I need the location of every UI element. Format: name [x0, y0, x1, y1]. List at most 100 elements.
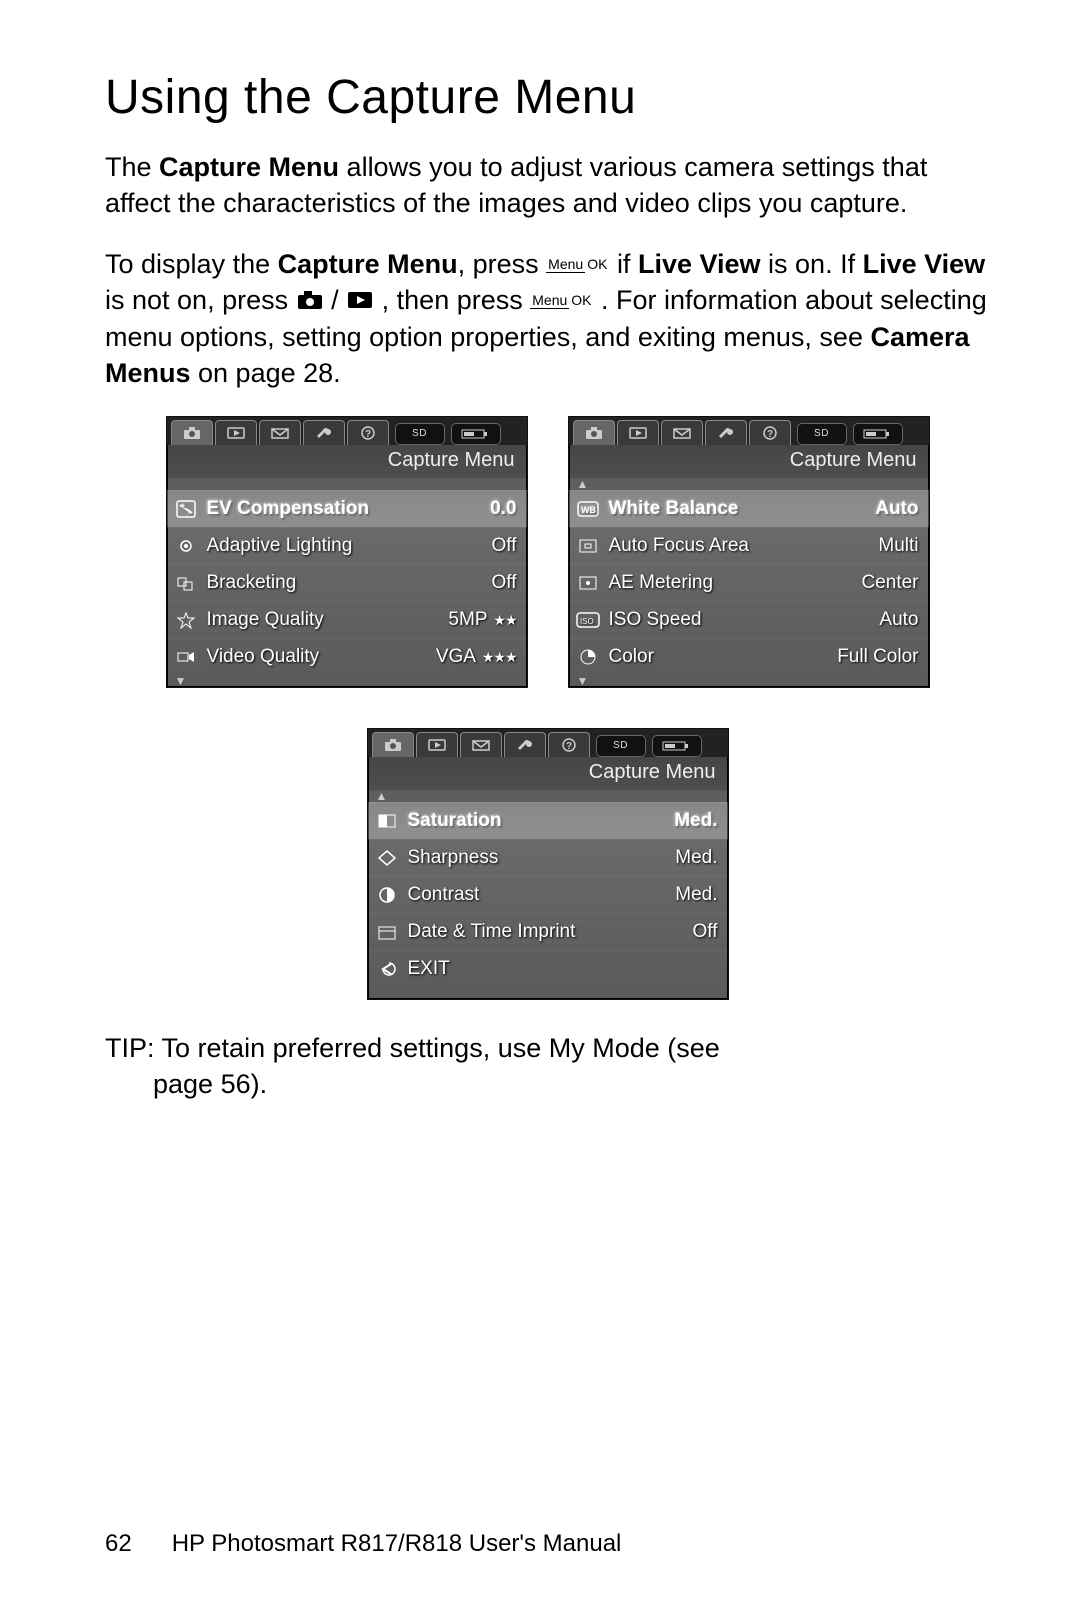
tab-wrench-icon [705, 420, 747, 445]
ae-icon [575, 572, 601, 594]
menu-item-value: Off [492, 572, 517, 594]
quality-stars-icon: ★★ [491, 612, 517, 628]
bracket-icon [173, 572, 199, 594]
menu-item-label: Image Quality [207, 609, 441, 631]
text: page 56). [105, 1066, 990, 1102]
svg-text:?: ? [767, 429, 773, 440]
svg-text:?: ? [365, 429, 371, 440]
text: if [617, 249, 638, 279]
page-footer: 62 HP Photosmart R817/R818 User's Manual [105, 1530, 621, 1558]
battery-indicator-icon [451, 423, 501, 445]
menu-row: Adaptive LightingOff [167, 527, 527, 564]
menu-item-value: Center [861, 572, 918, 594]
text: on page 28. [191, 358, 341, 388]
menu-item-label: Saturation [408, 810, 667, 832]
ok-label: OK [569, 292, 593, 308]
menu-item-value: Auto [875, 498, 918, 520]
tip-paragraph: TIP: To retain preferred settings, use M… [105, 1030, 990, 1103]
battery-indicator-icon [853, 423, 903, 445]
tip-label: TIP: [105, 1033, 155, 1063]
sharp-icon [374, 847, 400, 869]
ev-icon: +- [173, 498, 199, 520]
my-mode-term: My Mode [549, 1033, 660, 1063]
menu-row: ContrastMed. [368, 876, 728, 913]
svg-text:ISO: ISO [580, 617, 594, 626]
tab-wrench-icon [303, 420, 345, 445]
menu-row: SharpnessMed. [368, 839, 728, 876]
menu-item-label: Contrast [408, 884, 668, 906]
menu-title: Capture Menu [167, 445, 527, 478]
menu-item-label: EV Compensation [207, 498, 483, 520]
menu-item-value: Med. [674, 810, 717, 832]
footer-title: HP Photosmart R817/R818 User's Manual [172, 1530, 622, 1558]
tab-wrench-icon [504, 732, 546, 757]
svg-text:WB: WB [581, 505, 596, 515]
tab-camera-icon [372, 732, 414, 757]
text: (see [660, 1033, 720, 1063]
tab-camera-icon [573, 420, 615, 445]
tab-play-icon [617, 420, 659, 445]
menu-row: Video Quality VGA ★★★ [167, 638, 527, 675]
camera-menu-screenshot: ?SDCapture Menu+-EV Compensation0.0Adapt… [166, 416, 528, 688]
camera-menu-screenshot: ?SDCapture Menu▲SaturationMed.SharpnessM… [367, 728, 729, 1000]
text: , then press [382, 285, 531, 315]
menu-row: Color Full Color [569, 638, 929, 675]
tab-mail-icon [259, 420, 301, 445]
menu-item-label: EXIT [408, 958, 710, 980]
menu-item-label: White Balance [609, 498, 868, 520]
menu-item-label: Color [609, 646, 830, 668]
scroll-up-arrow-icon: ▲ [368, 790, 736, 802]
menu-item-value: Full Color [837, 646, 918, 668]
menu-item-value: 5MP ★★ [448, 609, 516, 631]
menu-ok-button-icon: MenuOK [530, 293, 593, 307]
sd-card-indicator-icon: SD [395, 423, 445, 445]
instruction-paragraph: To display the Capture Menu, press MenuO… [105, 246, 990, 392]
tab-help-icon: ? [548, 732, 590, 757]
menu-row: +-EV Compensation0.0 [167, 490, 527, 527]
tab-play-icon [416, 732, 458, 757]
menu-row: Date & Time ImprintOff [368, 913, 728, 950]
date-icon [374, 921, 400, 943]
menu-row: WB White Balance Auto [569, 490, 929, 527]
menu-item-value: Multi [878, 535, 918, 557]
menu-item-label: ISO Speed [609, 609, 872, 631]
menu-label: Menu [530, 292, 569, 309]
tab-bar: ? SD [368, 729, 728, 757]
text: The [105, 152, 159, 182]
menu-title: Capture Menu [569, 445, 929, 478]
menu-title: Capture Menu [368, 757, 728, 790]
live-view-term: Live View [638, 249, 761, 279]
scroll-up-arrow-icon: ▲ [569, 478, 937, 490]
text: , press [458, 249, 547, 279]
sd-card-indicator-icon: SD [797, 423, 847, 445]
playback-icon [346, 289, 374, 311]
sd-card-indicator-icon: SD [596, 735, 646, 757]
exit-icon [374, 958, 400, 980]
menu-item-label: Auto Focus Area [609, 535, 871, 557]
svg-text:?: ? [566, 741, 572, 752]
menu-item-label: Sharpness [408, 847, 668, 869]
menu-row: Saturation Med. [368, 802, 728, 839]
menu-ok-button-icon: MenuOK [546, 257, 609, 271]
page-number: 62 [105, 1530, 132, 1558]
scroll-up-arrow-icon [167, 478, 535, 490]
contrast-icon [374, 884, 400, 906]
menu-row: Bracketing Off [167, 564, 527, 601]
tab-play-icon [215, 420, 257, 445]
text: is not on, press [105, 285, 296, 315]
ok-label: OK [585, 256, 609, 272]
menu-item-label: Bracketing [207, 572, 484, 594]
menu-item-value: VGA ★★★ [436, 646, 517, 668]
menu-row: ISO ISO Speed Auto [569, 601, 929, 638]
menu-item-label: AE Metering [609, 572, 854, 594]
iso-icon: ISO [575, 609, 601, 631]
capture-menu-term: Capture Menu [278, 249, 458, 279]
menu-item-value: Auto [879, 609, 918, 631]
screenshots-group: ?SDCapture Menu+-EV Compensation0.0Adapt… [105, 416, 990, 1000]
star-icon [173, 609, 199, 631]
svg-text:+: + [181, 503, 185, 510]
menu-item-label: Video Quality [207, 646, 428, 668]
tab-bar: ? SD [167, 417, 527, 445]
tab-mail-icon [661, 420, 703, 445]
scroll-down-arrow-icon: ▼ [569, 675, 937, 687]
